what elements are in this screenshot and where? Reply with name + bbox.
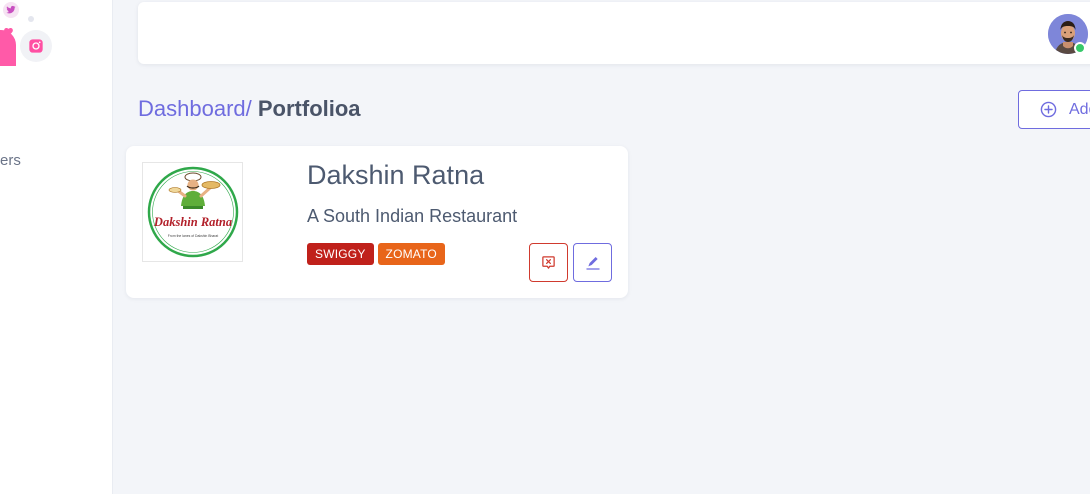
delete-icon [542,256,555,269]
instagram-icon[interactable] [20,30,52,62]
logo-wordmark: Dakshin Ratna [153,215,232,229]
edit-button[interactable] [573,243,612,282]
sidebar: ers [0,0,113,494]
top-header [138,2,1090,64]
delete-button[interactable] [529,243,568,282]
breadcrumb: Dashboard/ Portfolioa [138,96,361,122]
online-status-dot [1074,42,1086,54]
add-button[interactable]: Add [1018,90,1090,129]
logo-tagline: From the lanes of Dakshin Bharat [168,234,219,238]
social-blob-decoration [0,30,16,66]
sidebar-item-label[interactable]: ers [0,152,21,169]
platform-tags: SWIGGY ZOMATO [307,243,445,265]
twitter-icon[interactable] [3,2,19,18]
page-title: Portfolioa [257,96,361,121]
portfolio-logo: Dakshin Ratna From the lanes of Dakshin … [142,162,243,262]
edit-icon [585,256,600,270]
portfolio-title: Dakshin Ratna [307,160,485,190]
tag-zomato: ZOMATO [377,243,445,265]
breadcrumb-dashboard-link[interactable]: Dashboard/ [138,96,252,121]
portfolio-card: Dakshin Ratna From the lanes of Dakshin … [126,146,628,298]
plus-circle-icon [1040,101,1057,118]
decorative-dot [28,16,34,22]
app-root: ers Dashboard/ Portfolioa Ad d [0,0,1090,494]
portfolio-subtitle: A South Indian Restaurant [307,206,518,226]
add-button-label: Add [1069,100,1090,118]
tag-swiggy: SWIGGY [307,243,374,265]
